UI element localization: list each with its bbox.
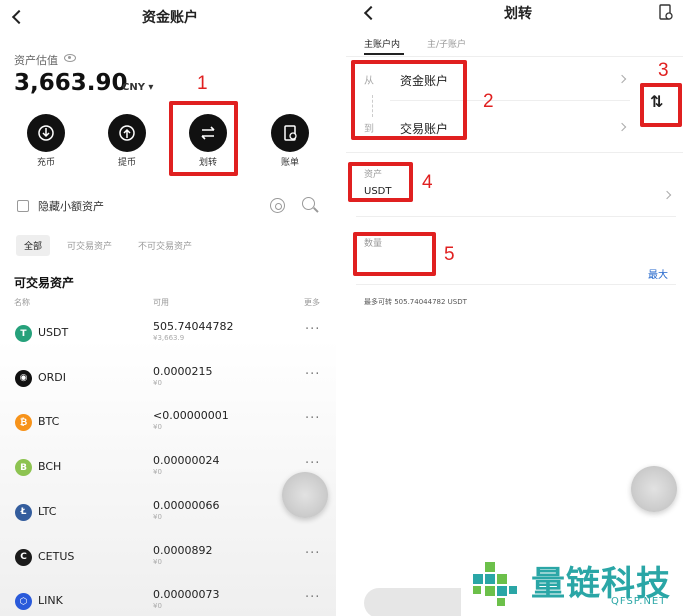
bill-label: 账单 (280, 158, 299, 168)
asset-name: LINK (38, 594, 63, 608)
back-icon[interactable] (11, 9, 27, 25)
asset-divider (356, 216, 676, 217)
asset-cny-value: ¥0 (153, 602, 162, 611)
asset-row[interactable]: T USDT 505.74044782 ¥3,663.9 ··· (0, 318, 336, 362)
transfer-title: 划转 (504, 6, 532, 22)
annotation-number-1: 1 (197, 73, 208, 94)
section-title: 可交易资产 (14, 276, 75, 290)
tab-within-main[interactable]: 主账户内 (364, 37, 400, 50)
currency-selector[interactable]: CNY ▾ (122, 82, 153, 93)
watermark: 量链科技 QFSP.NET (461, 552, 683, 616)
withdraw-button[interactable] (108, 114, 146, 152)
section-divider (346, 152, 683, 153)
amount-divider (356, 284, 676, 285)
watermark-subtext: QFSP.NET (611, 596, 667, 607)
withdraw-label: 提币 (117, 158, 136, 168)
filter-tab-tradable[interactable]: 可交易资产 (67, 239, 112, 252)
more-options-icon[interactable]: ··· (305, 456, 320, 471)
asset-amount: 0.00000073 (153, 588, 220, 602)
record-icon[interactable] (658, 4, 674, 21)
bill-icon (284, 125, 297, 141)
eye-icon[interactable] (64, 54, 76, 62)
annotation-number-4: 4 (422, 172, 433, 193)
column-header-available: 可用 (153, 298, 169, 307)
more-options-icon[interactable]: ··· (305, 590, 320, 605)
max-transferable: 最多可转 505.74044782 USDT (364, 298, 467, 306)
asset-amount: 505.74044782 (153, 320, 234, 333)
asset-row[interactable]: ⬡ LINK 0.00000073 ¥0 ··· (0, 586, 336, 616)
hide-small-label: 隐藏小额资产 (38, 200, 104, 213)
btc-coin-icon: ₿ (15, 414, 32, 432)
annotation-box-5 (353, 232, 436, 276)
asset-row[interactable]: C CETUS 0.0000892 ¥0 ··· (0, 542, 336, 586)
more-options-icon[interactable]: ··· (305, 322, 320, 337)
ordi-coin-icon: ◉ (15, 369, 32, 387)
bch-coin-icon: B (15, 459, 32, 477)
asset-cny-value: ¥0 (153, 557, 162, 566)
filter-tab-all[interactable]: 全部 (16, 235, 51, 256)
annotation-number-3: 3 (658, 60, 669, 81)
asset-name: USDT (38, 326, 69, 339)
asset-amount: 0.0000892 (153, 543, 213, 557)
annotation-number-2: 2 (483, 91, 494, 112)
watermark-logo-icon (473, 562, 517, 606)
cetus-coin-icon: C (15, 548, 32, 566)
column-header-more: 更多 (304, 298, 320, 307)
asset-cny-value: ¥0 (153, 512, 162, 521)
hide-small-checkbox[interactable] (17, 200, 29, 212)
asset-row[interactable]: ₿ BTC <0.00000001 ¥0 ··· (0, 407, 336, 451)
column-header-name: 名称 (14, 298, 30, 307)
usdt-coin-icon: T (15, 325, 32, 342)
page-title: 资金账户 (142, 10, 198, 26)
asset-name: CETUS (38, 549, 75, 563)
tab-main-sub[interactable]: 主/子账户 (427, 37, 466, 50)
ltc-coin-icon: Ł (15, 503, 32, 521)
asset-cny-value: ¥0 (153, 468, 162, 477)
tabs-divider (346, 56, 683, 57)
balance-value: 3,663.90 (14, 70, 128, 96)
funding-account-screen: 资金账户 资产估值 3,663.90 CNY ▾ 充币 提币 划转 账单 隐藏小… (0, 0, 336, 616)
asset-amount: 0.00000066 (153, 498, 220, 512)
bill-button[interactable] (271, 114, 309, 152)
annotation-box-3 (640, 83, 682, 127)
asset-estimate-label: 资产估值 (14, 54, 58, 67)
asset-cny-value: ¥0 (153, 423, 162, 432)
download-icon (38, 125, 54, 141)
deposit-button[interactable] (27, 114, 65, 152)
asset-cny-value: ¥3,663.9 (153, 334, 185, 342)
deposit-label: 充币 (36, 158, 55, 168)
asset-name: LTC (38, 504, 57, 518)
link-coin-icon: ⬡ (15, 593, 32, 611)
max-button[interactable]: 最大 (648, 266, 668, 281)
asset-amount: <0.00000001 (153, 409, 229, 423)
more-options-icon[interactable]: ··· (305, 411, 320, 426)
upload-icon (119, 125, 135, 141)
panel-divider (336, 0, 346, 616)
annotation-box-4 (348, 162, 413, 202)
asset-name: BCH (38, 460, 62, 474)
asset-amount: 0.00000024 (153, 454, 220, 468)
asset-name: ORDI (38, 370, 67, 384)
annotation-box-1 (169, 101, 238, 176)
annotation-number-5: 5 (444, 244, 455, 265)
asset-amount: 0.0000215 (153, 364, 213, 378)
search-icon[interactable] (302, 197, 315, 210)
more-options-icon[interactable]: ··· (305, 546, 320, 561)
asset-name: BTC (38, 415, 60, 429)
asset-cny-value: ¥0 (153, 378, 162, 387)
active-tab-underline (364, 53, 404, 55)
target-icon[interactable] (270, 198, 285, 213)
annotation-box-2 (351, 60, 467, 140)
floating-assist-button[interactable] (282, 472, 328, 518)
transfer-floating-button[interactable] (631, 466, 677, 512)
filter-tab-non-tradable[interactable]: 不可交易资产 (138, 239, 192, 252)
asset-row[interactable]: ◉ ORDI 0.0000215 ¥0 ··· (0, 363, 336, 407)
more-options-icon[interactable]: ··· (305, 367, 320, 382)
